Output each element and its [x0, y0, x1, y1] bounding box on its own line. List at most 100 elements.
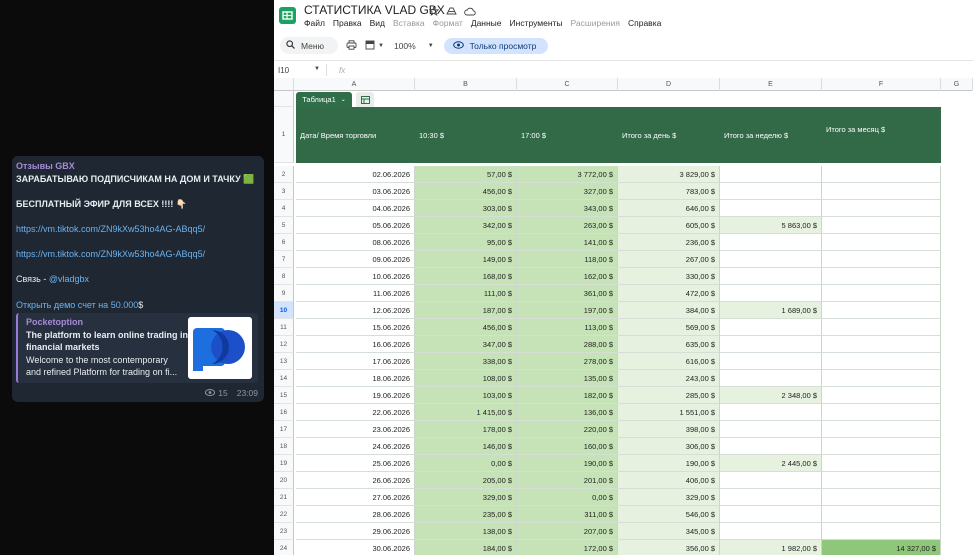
cell-e[interactable] [720, 200, 822, 217]
cell-d[interactable]: 285,00 $ [618, 387, 720, 404]
row-header[interactable]: 5 [274, 217, 294, 234]
tiktok-link-1[interactable]: https://vm.tiktok.com/ZN9kXw53ho4AG-ABqq… [16, 223, 259, 236]
row-header[interactable]: 22 [274, 506, 294, 523]
row-header[interactable]: 20 [274, 472, 294, 489]
cell-a[interactable]: 11.06.2026 [296, 285, 415, 302]
column-header-a[interactable]: A [294, 78, 415, 91]
cell-e[interactable]: 2 348,00 $ [720, 387, 822, 404]
cell-f[interactable] [822, 234, 941, 251]
cell-b[interactable]: 187,00 $ [415, 302, 517, 319]
display-mode-dropdown[interactable]: ▼ [365, 40, 384, 52]
cell-c[interactable]: 343,00 $ [517, 200, 618, 217]
menu-help[interactable]: Справка [628, 18, 661, 28]
menu-view[interactable]: Вид [370, 18, 385, 28]
cell-a[interactable]: 23.06.2026 [296, 421, 415, 438]
cell-a[interactable]: 09.06.2026 [296, 251, 415, 268]
cell-f[interactable]: 14 327,00 $ [822, 540, 941, 555]
row-header[interactable]: 1 [274, 107, 294, 163]
menu-tools[interactable]: Инструменты [510, 18, 563, 28]
row-header[interactable]: 21 [274, 489, 294, 506]
cell-d[interactable]: 406,00 $ [618, 472, 720, 489]
cell-b[interactable]: 456,00 $ [415, 319, 517, 336]
table-name-chip[interactable]: Таблица1 ⌄ [296, 92, 352, 107]
cell-b[interactable]: 205,00 $ [415, 472, 517, 489]
cell-b[interactable]: 149,00 $ [415, 251, 517, 268]
cell-f[interactable] [822, 336, 941, 353]
cell-a[interactable]: 12.06.2026 [296, 302, 415, 319]
cell-d[interactable]: 398,00 $ [618, 421, 720, 438]
cell-b[interactable]: 178,00 $ [415, 421, 517, 438]
cell-c[interactable]: 160,00 $ [517, 438, 618, 455]
cell-f[interactable] [822, 200, 941, 217]
menu-format[interactable]: Формат [433, 18, 463, 28]
cell-a[interactable]: 30.06.2026 [296, 540, 415, 555]
cell-a[interactable]: 05.06.2026 [296, 217, 415, 234]
column-header-g[interactable]: G [941, 78, 973, 91]
cell-a[interactable]: 24.06.2026 [296, 438, 415, 455]
cell-e[interactable] [720, 319, 822, 336]
cell-a[interactable]: 04.06.2026 [296, 200, 415, 217]
zoom-dropdown[interactable]: 100% ▼ [394, 41, 434, 51]
cell-e[interactable]: 2 445,00 $ [720, 455, 822, 472]
cell-a[interactable]: 03.06.2026 [296, 183, 415, 200]
row-header[interactable]: 8 [274, 268, 294, 285]
cell-e[interactable]: 5 863,00 $ [720, 217, 822, 234]
view-only-badge[interactable]: Только просмотр [443, 37, 549, 54]
cell-e[interactable] [720, 336, 822, 353]
cell-f[interactable] [822, 353, 941, 370]
cell-a[interactable]: 28.06.2026 [296, 506, 415, 523]
cell-e[interactable] [720, 251, 822, 268]
cell-c[interactable]: 278,00 $ [517, 353, 618, 370]
cell-b[interactable]: 184,00 $ [415, 540, 517, 555]
menu-extensions[interactable]: Расширения [571, 18, 620, 28]
cell-f[interactable] [822, 506, 941, 523]
cell-f[interactable] [822, 489, 941, 506]
cell-c[interactable]: 190,00 $ [517, 455, 618, 472]
cell-c[interactable]: 182,00 $ [517, 387, 618, 404]
cell-f[interactable] [822, 268, 941, 285]
cell-a[interactable]: 10.06.2026 [296, 268, 415, 285]
cell-d[interactable]: 356,00 $ [618, 540, 720, 555]
cell-e[interactable] [720, 285, 822, 302]
column-header-c[interactable]: C [517, 78, 618, 91]
cell-d[interactable]: 472,00 $ [618, 285, 720, 302]
cell-c[interactable]: 327,00 $ [517, 183, 618, 200]
cell-d[interactable]: 646,00 $ [618, 200, 720, 217]
message-author[interactable]: Отзывы GBX [16, 160, 259, 173]
column-header-e[interactable]: E [720, 78, 822, 91]
header-1700[interactable]: 17:00 $ [517, 107, 618, 163]
menu-insert[interactable]: Вставка [393, 18, 425, 28]
cell-f[interactable] [822, 217, 941, 234]
cell-a[interactable]: 15.06.2026 [296, 319, 415, 336]
cell-e[interactable] [720, 234, 822, 251]
cell-c[interactable]: 118,00 $ [517, 251, 618, 268]
menu-edit[interactable]: Правка [333, 18, 362, 28]
cell-e[interactable] [720, 506, 822, 523]
cell-c[interactable]: 113,00 $ [517, 319, 618, 336]
cell-d[interactable]: 345,00 $ [618, 523, 720, 540]
name-box[interactable]: I10 ▼ [274, 66, 326, 75]
document-title[interactable]: СТАТИСТИКА VLAD GBX [304, 3, 445, 17]
cell-d[interactable]: 3 829,00 $ [618, 166, 720, 183]
row-header[interactable]: 6 [274, 234, 294, 251]
row-header[interactable]: 3 [274, 183, 294, 200]
cell-e[interactable] [720, 183, 822, 200]
cell-b[interactable]: 146,00 $ [415, 438, 517, 455]
table-view-button[interactable] [356, 92, 374, 107]
cell-e[interactable] [720, 472, 822, 489]
column-header-b[interactable]: B [415, 78, 517, 91]
cell-d[interactable]: 190,00 $ [618, 455, 720, 472]
cell-b[interactable]: 456,00 $ [415, 183, 517, 200]
cell-b[interactable]: 108,00 $ [415, 370, 517, 387]
row-header[interactable]: 7 [274, 251, 294, 268]
cell-a[interactable]: 25.06.2026 [296, 455, 415, 472]
row-header[interactable]: 24 [274, 540, 294, 555]
cell-c[interactable]: 361,00 $ [517, 285, 618, 302]
cell-e[interactable] [720, 421, 822, 438]
cell-b[interactable]: 347,00 $ [415, 336, 517, 353]
cell-e[interactable] [720, 268, 822, 285]
cell-c[interactable]: 3 772,00 $ [517, 166, 618, 183]
cell-a[interactable]: 22.06.2026 [296, 404, 415, 421]
cell-f[interactable] [822, 370, 941, 387]
column-header-d[interactable]: D [618, 78, 720, 91]
